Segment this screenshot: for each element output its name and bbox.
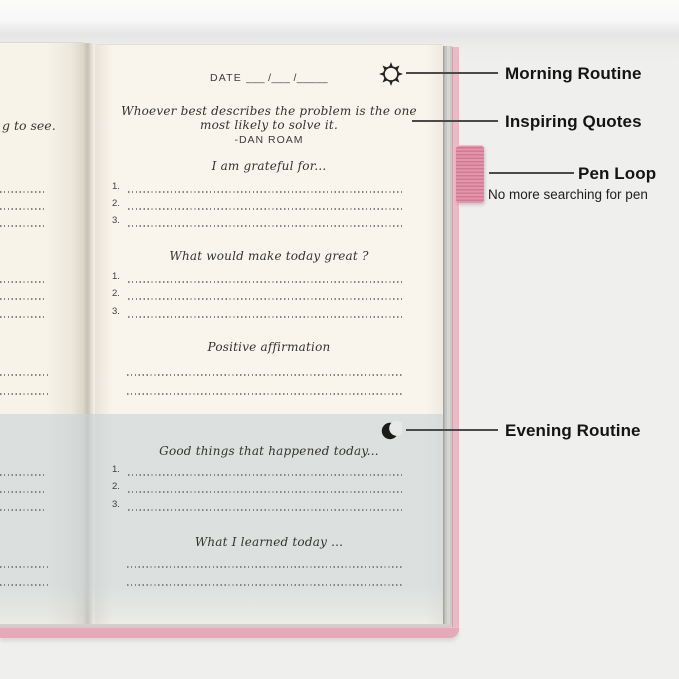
dotted-line — [0, 374, 49, 376]
prompt-affirmation: Positive affirmation — [95, 340, 443, 354]
callout-line-morning — [406, 72, 498, 74]
prompt-learned: What I learned today ... — [95, 535, 443, 549]
dotted-line — [128, 491, 402, 493]
callout-subtext-pen-loop: No more searching for pen — [488, 187, 648, 203]
dotted-line — [128, 225, 402, 227]
dotted-line — [128, 316, 402, 318]
list-number: 2. — [112, 482, 120, 492]
quote-line-2: most likely to solve it. — [95, 118, 443, 132]
dotted-line — [0, 474, 44, 476]
callout-line-evening — [406, 429, 498, 431]
list-number: 1. — [112, 272, 120, 282]
quote-author: -DAN ROAM — [95, 134, 443, 147]
dotted-line — [0, 584, 49, 586]
dotted-line — [128, 509, 402, 511]
dotted-line — [128, 191, 402, 193]
quote-line-1: Whoever best describes the problem is th… — [95, 104, 443, 118]
prompt-good-things: Good things that happened today... — [95, 444, 443, 458]
callout-line-quotes — [412, 120, 498, 122]
left-page-partial-text: g to see. — [2, 118, 56, 133]
date-label: DATE — [210, 72, 242, 84]
callout-line-pen-loop — [489, 172, 574, 174]
pen-loop — [456, 145, 484, 203]
dotted-line — [0, 298, 44, 300]
prompt-today-great: What would make today great ? — [95, 249, 443, 263]
dotted-line — [128, 208, 402, 210]
dotted-line — [0, 208, 44, 210]
dotted-line — [0, 316, 44, 318]
date-blanks: ___ /___ /_____ — [246, 72, 328, 84]
list-number: 3. — [112, 500, 120, 510]
dotted-line — [127, 566, 404, 568]
list-number: 2. — [112, 199, 120, 209]
cover-edge — [452, 47, 459, 630]
prompt-grateful: I am grateful for... — [95, 159, 443, 173]
sun-icon — [376, 59, 406, 89]
dotted-line — [0, 393, 49, 395]
list-number: 3. — [112, 307, 120, 317]
callout-label-pen-loop: Pen Loop — [578, 163, 656, 184]
dotted-line — [0, 509, 44, 511]
page-stack-edge — [443, 46, 452, 627]
dotted-line — [127, 393, 404, 395]
dotted-line — [0, 225, 44, 227]
list-number: 1. — [112, 182, 120, 192]
dotted-line — [0, 566, 49, 568]
dotted-line — [128, 298, 402, 300]
dotted-line — [128, 281, 402, 283]
dotted-line — [127, 584, 404, 586]
callout-label-quotes: Inspiring Quotes — [505, 111, 642, 132]
callout-label-evening: Evening Routine — [505, 420, 641, 441]
dotted-line — [127, 374, 404, 376]
dotted-line — [0, 281, 44, 283]
bottom-cover-edge — [0, 627, 459, 638]
dotted-line — [128, 474, 402, 476]
dotted-line — [0, 191, 44, 193]
list-number: 2. — [112, 289, 120, 299]
moon-icon — [380, 420, 402, 442]
list-number: 3. — [112, 216, 120, 226]
dotted-line — [0, 491, 44, 493]
callout-label-morning: Morning Routine — [505, 63, 642, 84]
list-number: 1. — [112, 465, 120, 475]
